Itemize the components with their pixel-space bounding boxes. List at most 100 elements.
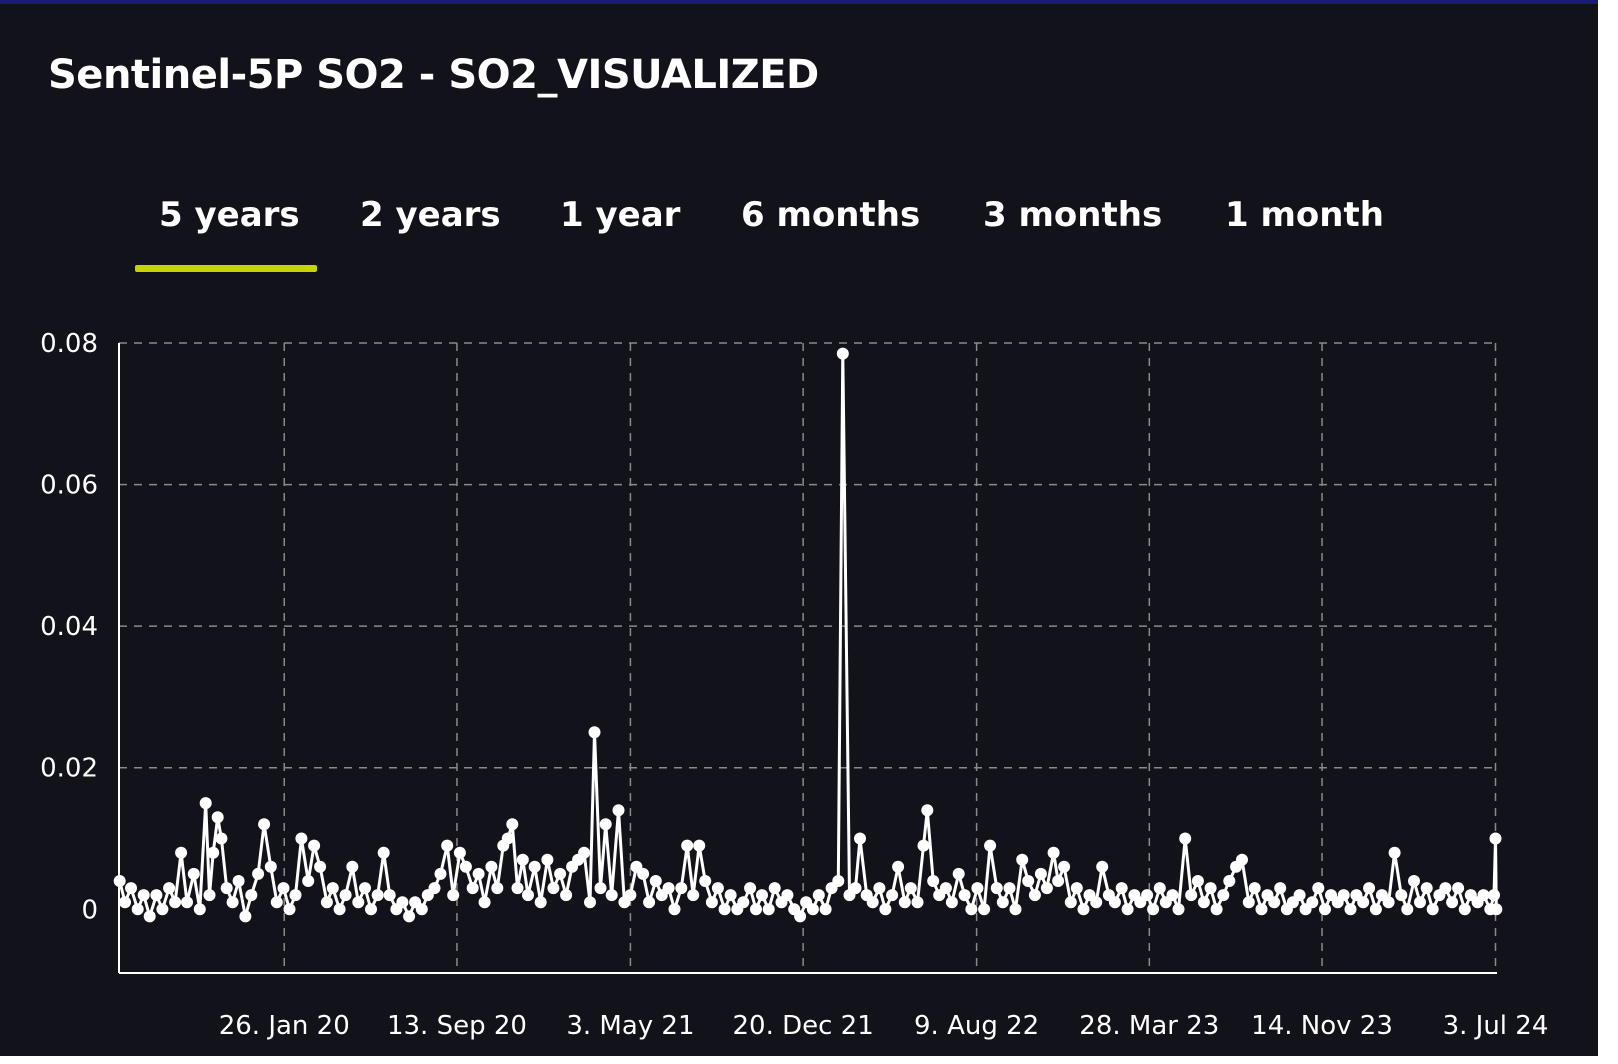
data-point (207, 846, 220, 859)
x-tick-label: 13. Sep 20 (387, 1011, 527, 1041)
data-point (1096, 860, 1109, 873)
data-point (832, 875, 845, 887)
data-point (605, 889, 618, 902)
data-point (1268, 896, 1281, 909)
x-tick-label: 14. Nov 23 (1251, 1011, 1393, 1041)
data-point (365, 903, 377, 916)
data-point (277, 882, 290, 895)
data-point (453, 846, 466, 859)
data-point (415, 903, 428, 916)
data-point (681, 839, 694, 852)
data-point (232, 875, 245, 887)
data-point (472, 867, 485, 880)
data-point (150, 889, 163, 902)
data-point (744, 882, 757, 895)
data-point (541, 853, 554, 866)
data-point (1034, 867, 1047, 880)
data-point (346, 860, 359, 873)
data-point (156, 903, 169, 916)
data-point (522, 889, 534, 902)
data-point (917, 839, 930, 852)
data-point (252, 867, 265, 880)
data-point (1040, 882, 1053, 895)
data-point (854, 832, 866, 845)
data-point (978, 903, 991, 916)
data-point (215, 832, 228, 845)
data-point (258, 818, 271, 831)
data-point (1172, 903, 1185, 916)
x-tick-label: 20. Dec 21 (732, 1011, 873, 1041)
y-tick-label: 0.02 (40, 754, 98, 784)
data-point (245, 889, 258, 902)
data-point (1141, 889, 1154, 902)
data-point (750, 903, 762, 916)
data-point (1488, 889, 1500, 902)
data-point (169, 896, 182, 909)
data-point (193, 903, 206, 916)
data-point (447, 889, 460, 902)
data-point (911, 896, 924, 909)
data-point (1236, 853, 1248, 866)
data-point (965, 903, 978, 916)
data-point (849, 882, 862, 895)
data-point (1344, 903, 1357, 916)
y-tick-label: 0.08 (40, 329, 98, 359)
data-point (705, 896, 718, 909)
data-point (1369, 903, 1382, 916)
data-point (1337, 889, 1350, 902)
data-point (990, 882, 1003, 895)
data-point (1401, 903, 1414, 916)
data-point (511, 882, 524, 895)
data-point (643, 896, 656, 909)
data-point (1312, 882, 1325, 895)
data-point (768, 882, 781, 895)
data-point (220, 882, 233, 895)
data-point (377, 846, 390, 859)
data-point (119, 896, 131, 909)
data-point (927, 875, 940, 887)
data-point (1115, 882, 1128, 895)
data-point (211, 811, 224, 824)
data-point (181, 896, 193, 909)
data-point (175, 846, 188, 859)
data-point (1153, 882, 1166, 895)
data-point (921, 804, 934, 817)
data-point (187, 867, 200, 880)
data-point (693, 839, 706, 852)
data-point (594, 882, 607, 895)
data-point (1382, 896, 1395, 909)
data-point (1319, 903, 1331, 916)
data-point (873, 882, 886, 895)
data-point (1414, 896, 1426, 909)
data-point (718, 903, 731, 916)
data-point (737, 896, 750, 909)
data-point (143, 910, 156, 923)
data-point (584, 896, 596, 909)
data-point (1022, 875, 1035, 887)
data-point (203, 889, 216, 902)
data-point (295, 832, 308, 845)
data-point (371, 889, 384, 902)
data-point (879, 903, 892, 916)
data-point (314, 860, 327, 873)
data-point (554, 867, 567, 880)
data-point (528, 860, 541, 873)
data-point (339, 889, 352, 902)
data-point (1408, 875, 1420, 887)
data-point (1191, 875, 1204, 887)
series-line-path (118, 352, 1498, 918)
data-point (1452, 882, 1465, 895)
data-point (958, 889, 971, 902)
data-point (1274, 882, 1287, 895)
data-point (1197, 896, 1210, 909)
data-point (516, 853, 529, 866)
data-point (675, 882, 688, 895)
data-point (289, 889, 302, 902)
data-point (308, 839, 321, 852)
data-point (1064, 896, 1077, 909)
x-tick-label: 9. Aug 22 (914, 1011, 1039, 1041)
data-point (1458, 903, 1471, 916)
x-tick-label: 28. Mar 23 (1079, 1011, 1219, 1041)
data-point (1255, 903, 1268, 916)
data-point (1052, 875, 1065, 887)
